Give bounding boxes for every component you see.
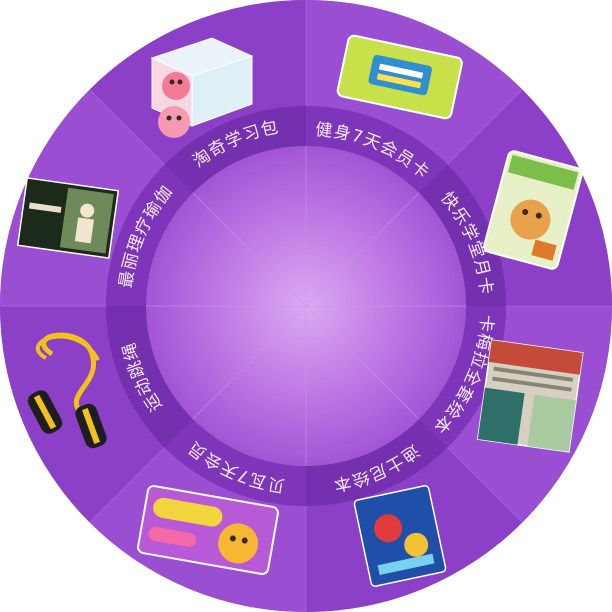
prize-wheel[interactable]: 健身7天会员卡 快乐学堂月卡 卡梅拉全套绘本 迪士尼绘本 贝瓦7天会员 运动跳绳… — [0, 0, 612, 612]
inner-dividers — [146, 146, 466, 466]
yoga-book-icon — [16, 177, 120, 259]
prize-wheel-graphic: 健身7天会员卡 快乐学堂月卡 卡梅拉全套绘本 迪士尼绘本 贝瓦7天会员 运动跳绳… — [0, 0, 612, 612]
picture-book-set-icon — [476, 339, 584, 453]
